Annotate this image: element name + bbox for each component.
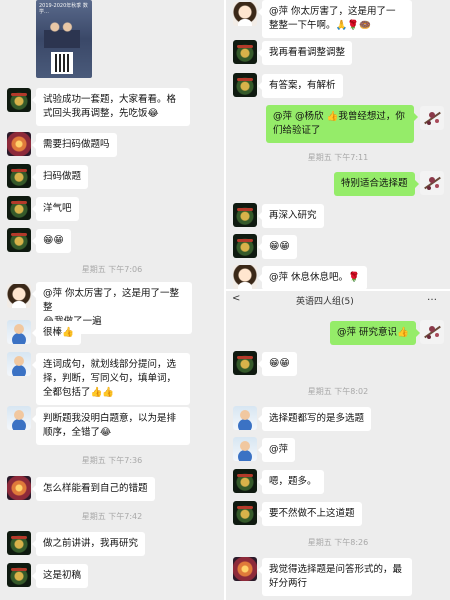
- message-bubble[interactable]: 试验成功一套题，大家看看。格式回头我再调整，先吃饭😂: [32, 88, 190, 126]
- timestamp: 星期五 下午7:36: [81, 456, 143, 465]
- avatar[interactable]: [420, 106, 444, 130]
- collage-divider-vertical: [224, 0, 226, 600]
- avatar[interactable]: [7, 164, 31, 188]
- message-bubble[interactable]: 嗯，题多。: [258, 470, 324, 494]
- avatar[interactable]: [233, 501, 257, 525]
- timestamp: 星期五 下午7:42: [81, 512, 143, 521]
- message-bubble[interactable]: @萍 @杨欣 👍我曾经想过，你们给验证了: [266, 105, 418, 143]
- poster-caption: 2019-2020年秋季 数学…: [39, 3, 88, 15]
- message-bubble[interactable]: 这是初稿: [31, 564, 89, 588]
- avatar[interactable]: [7, 563, 31, 587]
- avatar[interactable]: [7, 531, 31, 555]
- chat-header: < 英语四人组(5) …: [226, 291, 450, 309]
- avatar[interactable]: [7, 352, 31, 376]
- message-bubble[interactable]: 怎么样能看到自己的错题: [32, 477, 155, 501]
- avatar[interactable]: [233, 203, 257, 227]
- chat-panel-right-bottom: @萍 研究意识👍 😁😁 星期五 下午8:02 选择题都写的是多选题 @萍 嗯，题…: [226, 309, 450, 600]
- message-bubble[interactable]: 我觉得选择题是问答形式的，最好分两行: [258, 558, 412, 596]
- timestamp: 星期五 下午8:26: [307, 538, 369, 547]
- timestamp: 星期五 下午8:02: [307, 387, 369, 396]
- chat-panel-right-top: @萍 你太厉害了，这是用了一整整一下午啊。🙏🌹🍩 我再看看调整调整 有答案，有解…: [226, 0, 450, 289]
- shared-poster-image[interactable]: 2019-2020年秋季 数学…: [36, 0, 92, 78]
- message-bubble[interactable]: 😁😁: [32, 229, 71, 253]
- chat-title: 英语四人组(5): [296, 297, 354, 307]
- message-bubble[interactable]: 需要扫码做题吗: [32, 133, 117, 157]
- message-bubble[interactable]: @萍 休息休息吧。🌹: [258, 266, 367, 289]
- chat-panel-left-top: 2019-2020年秋季 数学… 试验成功一套题，大家看看。格式回头我再调整，先…: [0, 0, 224, 282]
- avatar[interactable]: [233, 234, 257, 258]
- message-bubble[interactable]: 有答案，有解析: [258, 74, 343, 98]
- qr-code-icon: [51, 52, 73, 74]
- message-bubble[interactable]: 判断题我没明白题意，以为是排顺序，全错了😂: [32, 407, 190, 445]
- avatar[interactable]: [7, 320, 31, 344]
- avatar[interactable]: [7, 196, 31, 220]
- avatar[interactable]: [233, 437, 257, 461]
- message-bubble[interactable]: 洋气吧: [32, 197, 79, 221]
- avatar[interactable]: [233, 2, 257, 26]
- message-bubble[interactable]: @萍: [257, 438, 296, 462]
- message-bubble[interactable]: 我再看看调整调整: [257, 41, 353, 65]
- avatar[interactable]: [7, 132, 31, 156]
- message-bubble[interactable]: 😁😁: [258, 235, 297, 259]
- avatar[interactable]: [7, 228, 31, 252]
- collage-divider-horizontal: [226, 289, 450, 291]
- message-bubble[interactable]: 要不然做不上这道题: [258, 502, 362, 526]
- message-bubble[interactable]: @萍 你太厉害了，这是用了一整整一下午啊。🙏🌹🍩: [258, 0, 412, 38]
- message-bubble[interactable]: 很棒👍: [32, 321, 81, 345]
- timestamp: 星期五 下午7:11: [307, 153, 369, 162]
- avatar[interactable]: [233, 406, 257, 430]
- avatar[interactable]: [420, 171, 444, 195]
- message-bubble[interactable]: 连词成句，就划线部分提问，选择，判断，写同义句，填单词，全都包括了👍👍: [32, 353, 190, 405]
- chat-panel-left-bottom: @萍 你太厉害了，这是用了一整整 😂我做了一遍 很棒👍 连词成句，就划线部分提问…: [0, 282, 224, 600]
- avatar[interactable]: [233, 265, 257, 289]
- message-bubble[interactable]: 再深入研究: [258, 204, 324, 228]
- more-options-icon[interactable]: …: [427, 292, 438, 303]
- message-bubble[interactable]: 做之前讲讲，我再研究: [31, 532, 146, 556]
- timestamp: 星期五 下午7:06: [81, 265, 143, 274]
- avatar[interactable]: [420, 320, 444, 344]
- poster-people-image: [44, 18, 80, 48]
- avatar[interactable]: [233, 351, 257, 375]
- message-bubble[interactable]: @萍 研究意识👍: [330, 321, 420, 345]
- avatar[interactable]: [233, 557, 257, 581]
- message-bubble[interactable]: 选择题都写的是多选题: [257, 407, 372, 431]
- avatar[interactable]: [7, 476, 31, 500]
- back-arrow-icon[interactable]: <: [232, 293, 240, 304]
- message-bubble[interactable]: 特别适合选择题: [334, 172, 419, 196]
- avatar[interactable]: [7, 88, 31, 112]
- avatar[interactable]: [233, 73, 257, 97]
- screenshot-collage: 2019-2020年秋季 数学… 试验成功一套题，大家看看。格式回头我再调整，先…: [0, 0, 450, 600]
- message-bubble[interactable]: 😁😁: [258, 352, 297, 376]
- avatar[interactable]: [233, 469, 257, 493]
- avatar[interactable]: [7, 406, 31, 430]
- avatar[interactable]: [233, 40, 257, 64]
- avatar[interactable]: [7, 284, 31, 308]
- message-bubble[interactable]: 扫码做题: [31, 165, 89, 189]
